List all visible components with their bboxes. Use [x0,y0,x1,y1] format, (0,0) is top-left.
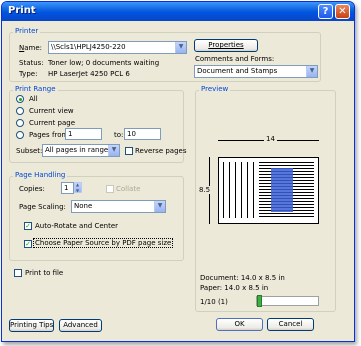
window-title: Print [8,5,36,16]
print-to-file-label: Print to file [25,269,64,277]
copies-stepper[interactable] [74,182,82,193]
page-handling-legend: Page Handling [13,171,68,179]
radio-all[interactable] [16,95,24,103]
collate-checkbox[interactable] [106,185,114,193]
comments-forms-label: Comments and Forms: [195,55,275,63]
radio-pages-label: Pages [29,131,50,139]
radio-current-view[interactable] [16,107,24,115]
printer-legend: Printer [13,27,41,35]
comments-forms-select[interactable]: Document and Stamps ▼ [194,65,318,78]
cancel-label: Cancel [278,320,303,328]
subset-select[interactable]: All pages in range ▼ [42,144,120,157]
properties-label: Properties [208,41,244,49]
print-range-legend: Print Range [13,85,58,93]
auto-rotate-label: Auto-Rotate and Center [35,222,119,230]
preview-table-grid [223,162,259,218]
page-counter: 1/10 (1) [200,298,228,306]
printer-name-value: \\Scls1\HPLJ4250-220 [51,43,126,51]
ok-label: OK [234,320,245,328]
help-icon[interactable]: ? [318,4,333,19]
auto-rotate-checkbox[interactable]: ✓ [24,222,32,230]
pages-to-label: to: [114,131,124,139]
reverse-pages-checkbox[interactable] [125,147,133,155]
height-dimension-label: 8.5 [199,186,211,194]
radio-current-view-label: Current view [29,107,74,115]
cancel-button[interactable]: Cancel [267,318,314,331]
ok-button[interactable]: OK [216,318,263,331]
chevron-down-icon[interactable]: ▼ [108,145,119,156]
page-scaling-select[interactable]: None ▼ [71,200,166,213]
status-value: Toner low; 0 documents waiting [48,59,160,67]
advanced-button[interactable]: Advanced [59,319,102,332]
paper-source-label: Choose Paper Source by PDF page size [33,238,174,248]
document-size: Document: 14.0 x 8.5 in [200,274,285,282]
properties-button[interactable]: Properties [194,39,258,52]
page-scaling-label: Page Scaling: [19,203,66,211]
paper-size: Paper: 14.0 x 8.5 in [200,284,269,292]
subset-value: All pages in range [45,146,109,154]
chevron-down-icon[interactable]: ▼ [306,66,317,77]
width-dimension-label: 14 [264,135,277,143]
radio-pages[interactable] [16,131,24,139]
preview-highlight-column [271,168,293,212]
type-label: Type: [19,70,38,78]
type-value: HP LaserJet 4250 PCL 6 [48,70,130,78]
subset-label: Subset: [16,147,43,155]
advanced-label: Advanced [63,321,98,329]
radio-current-page-label: Current page [29,119,75,127]
paper-source-checkbox[interactable]: ✓ [24,240,32,248]
reverse-pages-label: Reverse pages [135,147,187,155]
page-slider-thumb[interactable] [257,295,262,307]
collate-label: Collate [116,185,141,193]
radio-all-label: All [29,95,38,103]
radio-current-page[interactable] [16,119,24,127]
printing-tips-label: Printing Tips [10,321,54,329]
print-dialog: Print ? ✕ Printer Name: \\Scls1\HPLJ4250… [1,1,355,342]
chevron-down-icon[interactable]: ▼ [154,201,165,212]
close-icon[interactable]: ✕ [335,4,350,19]
status-label: Status: [19,59,44,67]
print-to-file-checkbox[interactable] [14,269,22,277]
pages-from-input[interactable]: 1 [65,128,102,140]
chevron-down-icon[interactable]: ▼ [175,42,186,53]
copies-input[interactable]: 1 [61,182,74,194]
page-slider-track[interactable] [256,296,319,306]
printing-tips-button[interactable]: Printing Tips [9,319,54,332]
printer-name-select[interactable]: \\Scls1\HPLJ4250-220 ▼ [48,41,187,54]
preview-page-thumbnail [218,157,319,224]
copies-label: Copies: [19,185,45,193]
preview-legend: Preview [199,85,231,93]
printer-name-label: Name: [19,44,43,52]
page-scaling-value: None [74,202,93,210]
title-bar[interactable]: Print ? ✕ [2,2,354,21]
comments-forms-value: Document and Stamps [197,67,278,75]
pages-to-input[interactable]: 10 [124,128,161,140]
